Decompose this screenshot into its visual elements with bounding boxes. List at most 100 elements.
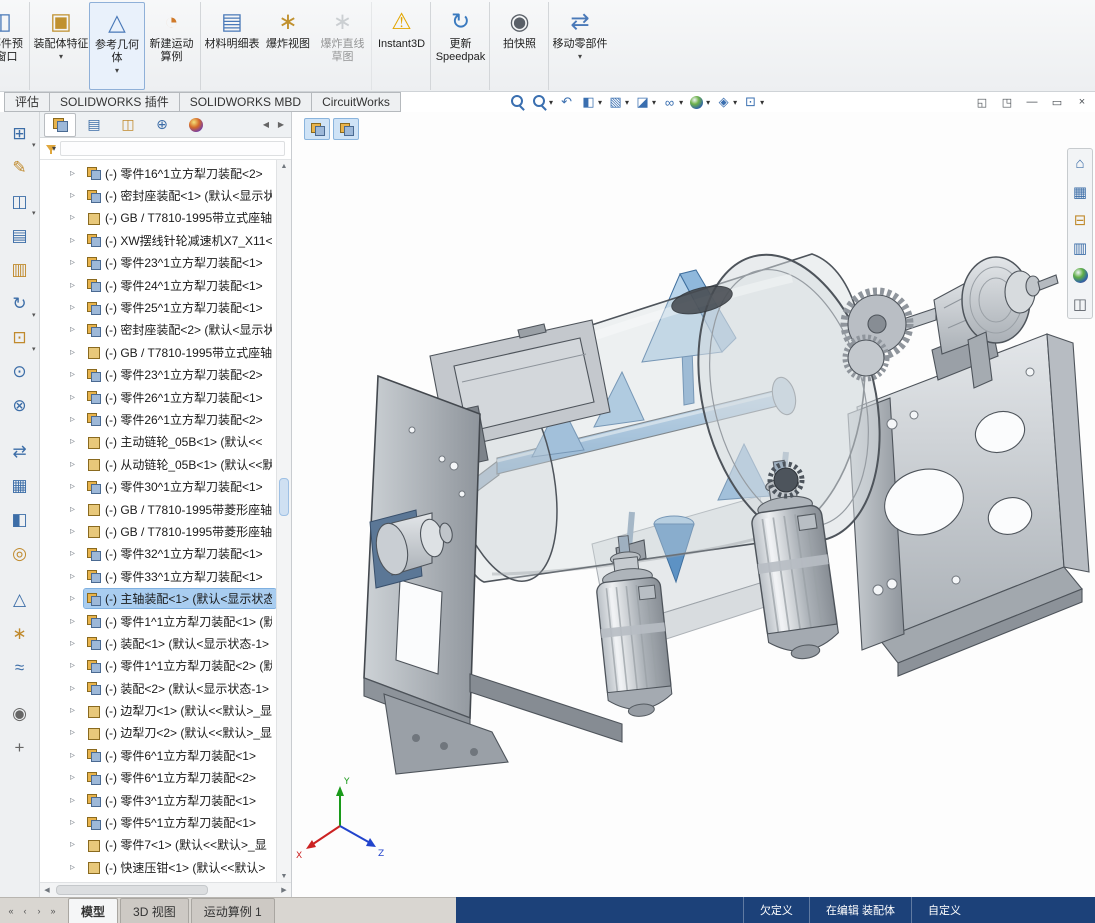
expand-arrow-icon[interactable] <box>70 212 84 223</box>
model-3d-view[interactable]: X Y Z <box>292 112 1095 897</box>
grid-system-icon[interactable]: + ▾ <box>3 732 37 764</box>
tree-item[interactable]: (-) GB / T7810-1995带菱形座轴 <box>40 498 276 520</box>
tab-circuitworks[interactable]: CircuitWorks <box>311 92 401 112</box>
tree-item[interactable]: (-) XW摆线针轮减速机X7_X11< <box>40 229 276 251</box>
pane-preview-left-icon[interactable]: ◱ <box>973 94 991 110</box>
dimxpertmanager-tab[interactable]: ⊕ <box>146 113 178 137</box>
tree-item[interactable]: (-) 零件16^1立方犁刀装配<2> <box>40 162 276 184</box>
scroll-right-icon[interactable] <box>277 883 291 897</box>
tree-item[interactable]: (-) 从动链轮_05B<1> (默认<<默 <box>40 453 276 475</box>
tab-3d-views[interactable]: 3D 视图 <box>120 898 189 923</box>
expand-arrow-icon[interactable] <box>70 660 84 671</box>
expand-arrow-icon[interactable] <box>70 369 84 380</box>
expand-arrow-icon[interactable] <box>70 504 84 515</box>
expand-arrow-icon[interactable] <box>70 638 84 649</box>
insert-component-icon[interactable]: ⊡ ▾ <box>3 322 37 354</box>
assembly-features-button[interactable]: ▣ 装配体特征 ▾ <box>33 2 89 90</box>
tree-horizontal-scrollbar[interactable] <box>40 882 291 897</box>
expand-arrow-icon[interactable] <box>70 571 84 582</box>
displaymanager-tab[interactable] <box>180 113 212 137</box>
tree-item[interactable]: (-) 零件25^1立方犁刀装配<1> <box>40 296 276 318</box>
tree-item[interactable]: (-) 零件7<1> (默认<<默认>_显 <box>40 834 276 856</box>
scroll-down-icon[interactable] <box>277 870 291 882</box>
tree-item[interactable]: (-) GB / T7810-1995带菱形座轴 <box>40 520 276 542</box>
edit-appearance-icon[interactable]: ▾ <box>687 94 711 111</box>
tree-item[interactable]: (-) 零件5^1立方犁刀装配<1> <box>40 811 276 833</box>
scroll-up-icon[interactable] <box>277 160 291 172</box>
expand-arrow-icon[interactable] <box>70 750 84 761</box>
scrollbar-thumb[interactable] <box>56 885 208 895</box>
clipboard-icon[interactable]: ⊞ ▾ <box>3 118 37 150</box>
tree-item[interactable]: (-) 边犁刀<1> (默认<<默认>_显 <box>40 699 276 721</box>
restore-button[interactable]: ▭ <box>1048 94 1066 110</box>
tab-scroll-button[interactable]: « <box>4 902 18 920</box>
tree-item[interactable]: (-) 主动链轮_05B<1> (默认<< <box>40 431 276 453</box>
expand-arrow-icon[interactable] <box>70 302 84 313</box>
tab-scroll-button[interactable]: › <box>32 902 46 920</box>
tree-item[interactable]: (-) 边犁刀<2> (默认<<默认>_显 <box>40 722 276 744</box>
move-component-icon[interactable]: ⇄ ▾ <box>3 436 37 468</box>
expand-arrow-icon[interactable] <box>70 705 84 716</box>
zoom-area-icon[interactable]: ▾ <box>530 94 554 111</box>
previous-view-icon[interactable]: ↶ ▾ <box>557 94 576 111</box>
motion-icon[interactable]: ≈ ▾ <box>3 652 37 684</box>
configurationmanager-tab[interactable]: ◫ <box>112 113 144 137</box>
rotate-component-icon[interactable]: ↻ ▾ <box>3 288 37 320</box>
expand-arrow-icon[interactable] <box>70 839 84 850</box>
reference-geometry-icon[interactable]: △ ▾ <box>3 584 37 616</box>
breadcrumb-assembly-icon-2[interactable] <box>333 118 359 140</box>
expand-arrow-icon[interactable] <box>70 324 84 335</box>
update-speedpak-button[interactable]: ↻ 更新 Speedpak ▾ <box>434 2 490 90</box>
tree-item[interactable]: (-) GB / T7810-1995带立式座轴 <box>40 341 276 363</box>
pane-preview-right-icon[interactable]: ◳ <box>998 94 1016 110</box>
window-layout-icon[interactable]: ◫ ▾ <box>3 186 37 218</box>
explode-line-sketch-button[interactable]: ∗ 爆炸直线草图 ▾ <box>316 2 372 90</box>
move-component-button[interactable]: ⇄ 移动零部件 ▾ <box>552 2 608 90</box>
tree-item[interactable]: (-) 零件32^1立方犁刀装配<1> <box>40 543 276 565</box>
tree-item[interactable]: (-) 零件23^1立方犁刀装配<2> <box>40 364 276 386</box>
component-preview-window-button[interactable]: ◫ 零部件预览窗口 ▾ <box>0 2 30 90</box>
scrollbar-thumb[interactable] <box>279 477 289 516</box>
exploded-view-button[interactable]: ∗ 爆炸视图 ▾ <box>260 2 316 90</box>
document-icon[interactable]: ▥ ▾ <box>3 254 37 286</box>
tree-item[interactable]: (-) 零件23^1立方犁刀装配<1> <box>40 252 276 274</box>
tab-scroll-button[interactable]: » <box>46 902 60 920</box>
design-library-icon[interactable]: ⊟ <box>1069 208 1091 231</box>
expand-arrow-icon[interactable] <box>70 257 84 268</box>
tree-item[interactable]: (-) 零件26^1立方犁刀装配<1> <box>40 386 276 408</box>
right-stand[interactable] <box>847 333 1090 677</box>
tree-item[interactable]: (-) 零件1^1立方犁刀装配<1> (默 <box>40 610 276 632</box>
featuremanager-tab[interactable] <box>44 112 76 137</box>
expand-arrow-icon[interactable] <box>70 481 84 492</box>
breadcrumb-assembly-icon-1[interactable] <box>304 118 330 140</box>
expand-arrow-icon[interactable] <box>70 772 84 783</box>
instant3d-button[interactable]: ⚠ Instant3D ▾ <box>375 2 431 90</box>
tree-item[interactable]: (-) 零件26^1立方犁刀装配<2> <box>40 408 276 430</box>
hide-show-items-icon[interactable]: ∞ ▾ <box>660 94 684 111</box>
propertymanager-tab[interactable]: ▤ <box>78 113 110 137</box>
view-orientation-icon[interactable]: ▧ ▾ <box>606 94 630 111</box>
expand-arrow-icon[interactable] <box>70 436 84 447</box>
filter-icon[interactable]: ▾ <box>46 144 56 154</box>
reference-geometry-button[interactable]: △ 参考几何体 ▾ <box>89 2 145 90</box>
tab-evaluate[interactable]: 评估 <box>4 92 51 112</box>
expand-arrow-icon[interactable] <box>70 593 84 604</box>
tab-scroll-button[interactable]: ‹ <box>18 902 32 920</box>
mate-icon[interactable]: ⊙ ▾ <box>3 356 37 388</box>
new-motion-study-button[interactable]: ◔ 新建运动算例 ▾ <box>145 2 201 90</box>
expand-arrow-icon[interactable] <box>70 727 84 738</box>
linear-pattern-icon[interactable]: ▦ ▾ <box>3 470 37 502</box>
tree-item[interactable]: (-) 零件3^1立方犁刀装配<1> <box>40 789 276 811</box>
tab-solidworks-addins[interactable]: SOLIDWORKS 插件 <box>49 92 180 112</box>
smart-fastener-icon[interactable]: ⊗ ▾ <box>3 390 37 422</box>
graphics-area[interactable]: X Y Z ⌂ ▦ ⊟ ▥ ◫ <box>292 112 1095 897</box>
tree-item[interactable]: (-) GB / T7810-1995带立式座轴 <box>40 207 276 229</box>
expand-arrow-icon[interactable] <box>70 235 84 246</box>
tree-vertical-scrollbar[interactable] <box>276 160 291 882</box>
resources-icon[interactable]: ▦ <box>1069 180 1091 203</box>
tree-item[interactable]: (-) 零件6^1立方犁刀装配<1> <box>40 744 276 766</box>
expand-arrow-icon[interactable] <box>70 280 84 291</box>
tab-model[interactable]: 模型 <box>68 898 119 923</box>
expand-arrow-icon[interactable] <box>70 459 84 470</box>
expand-arrow-icon[interactable] <box>70 414 84 425</box>
